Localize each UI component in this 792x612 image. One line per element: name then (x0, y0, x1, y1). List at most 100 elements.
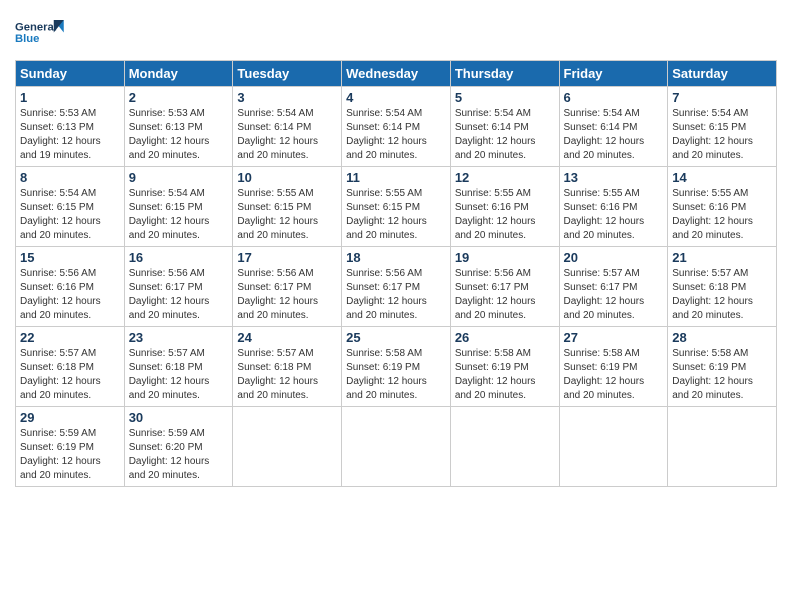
day-number: 5 (455, 90, 555, 105)
week-row-5: 29 Sunrise: 5:59 AMSunset: 6:19 PMDaylig… (16, 407, 777, 487)
header: General Blue (15, 15, 777, 50)
day-number: 10 (237, 170, 337, 185)
day-info: Sunrise: 5:59 AMSunset: 6:19 PMDaylight:… (20, 428, 101, 481)
day-number: 6 (564, 90, 664, 105)
page: General Blue SundayMondayTuesdayWednesda… (0, 0, 792, 612)
calendar-cell: 10 Sunrise: 5:55 AMSunset: 6:15 PMDaylig… (233, 167, 342, 247)
calendar-cell: 29 Sunrise: 5:59 AMSunset: 6:19 PMDaylig… (16, 407, 125, 487)
day-number: 22 (20, 330, 120, 345)
calendar-cell: 1 Sunrise: 5:53 AMSunset: 6:13 PMDayligh… (16, 87, 125, 167)
day-number: 1 (20, 90, 120, 105)
day-info: Sunrise: 5:58 AMSunset: 6:19 PMDaylight:… (672, 348, 753, 401)
day-header-thursday: Thursday (450, 61, 559, 87)
calendar-cell: 30 Sunrise: 5:59 AMSunset: 6:20 PMDaylig… (124, 407, 233, 487)
calendar-cell: 22 Sunrise: 5:57 AMSunset: 6:18 PMDaylig… (16, 327, 125, 407)
calendar-cell: 25 Sunrise: 5:58 AMSunset: 6:19 PMDaylig… (342, 327, 451, 407)
day-header-friday: Friday (559, 61, 668, 87)
day-info: Sunrise: 5:54 AMSunset: 6:14 PMDaylight:… (346, 108, 427, 161)
calendar-cell: 7 Sunrise: 5:54 AMSunset: 6:15 PMDayligh… (668, 87, 777, 167)
day-info: Sunrise: 5:56 AMSunset: 6:16 PMDaylight:… (20, 268, 101, 321)
day-info: Sunrise: 5:55 AMSunset: 6:16 PMDaylight:… (455, 188, 536, 241)
day-number: 4 (346, 90, 446, 105)
day-number: 30 (129, 410, 229, 425)
calendar-cell: 16 Sunrise: 5:56 AMSunset: 6:17 PMDaylig… (124, 247, 233, 327)
day-number: 29 (20, 410, 120, 425)
week-row-2: 8 Sunrise: 5:54 AMSunset: 6:15 PMDayligh… (16, 167, 777, 247)
day-number: 28 (672, 330, 772, 345)
day-number: 13 (564, 170, 664, 185)
day-info: Sunrise: 5:57 AMSunset: 6:18 PMDaylight:… (129, 348, 210, 401)
week-row-4: 22 Sunrise: 5:57 AMSunset: 6:18 PMDaylig… (16, 327, 777, 407)
calendar-cell: 9 Sunrise: 5:54 AMSunset: 6:15 PMDayligh… (124, 167, 233, 247)
day-info: Sunrise: 5:56 AMSunset: 6:17 PMDaylight:… (237, 268, 318, 321)
day-info: Sunrise: 5:53 AMSunset: 6:13 PMDaylight:… (20, 108, 101, 161)
day-number: 11 (346, 170, 446, 185)
calendar-cell: 27 Sunrise: 5:58 AMSunset: 6:19 PMDaylig… (559, 327, 668, 407)
day-info: Sunrise: 5:53 AMSunset: 6:13 PMDaylight:… (129, 108, 210, 161)
day-number: 16 (129, 250, 229, 265)
day-number: 12 (455, 170, 555, 185)
day-info: Sunrise: 5:54 AMSunset: 6:15 PMDaylight:… (20, 188, 101, 241)
day-number: 17 (237, 250, 337, 265)
calendar-cell: 28 Sunrise: 5:58 AMSunset: 6:19 PMDaylig… (668, 327, 777, 407)
calendar-cell: 8 Sunrise: 5:54 AMSunset: 6:15 PMDayligh… (16, 167, 125, 247)
day-number: 21 (672, 250, 772, 265)
day-number: 26 (455, 330, 555, 345)
calendar-cell: 11 Sunrise: 5:55 AMSunset: 6:15 PMDaylig… (342, 167, 451, 247)
day-info: Sunrise: 5:54 AMSunset: 6:14 PMDaylight:… (455, 108, 536, 161)
day-info: Sunrise: 5:55 AMSunset: 6:16 PMDaylight:… (564, 188, 645, 241)
day-info: Sunrise: 5:54 AMSunset: 6:15 PMDaylight:… (672, 108, 753, 161)
calendar: SundayMondayTuesdayWednesdayThursdayFrid… (15, 60, 777, 487)
day-info: Sunrise: 5:55 AMSunset: 6:15 PMDaylight:… (237, 188, 318, 241)
day-header-sunday: Sunday (16, 61, 125, 87)
day-number: 2 (129, 90, 229, 105)
day-info: Sunrise: 5:56 AMSunset: 6:17 PMDaylight:… (455, 268, 536, 321)
calendar-cell: 18 Sunrise: 5:56 AMSunset: 6:17 PMDaylig… (342, 247, 451, 327)
day-number: 7 (672, 90, 772, 105)
logo-icon: General Blue (15, 15, 65, 50)
day-info: Sunrise: 5:56 AMSunset: 6:17 PMDaylight:… (346, 268, 427, 321)
week-row-3: 15 Sunrise: 5:56 AMSunset: 6:16 PMDaylig… (16, 247, 777, 327)
day-number: 25 (346, 330, 446, 345)
day-header-tuesday: Tuesday (233, 61, 342, 87)
calendar-cell (233, 407, 342, 487)
calendar-cell: 17 Sunrise: 5:56 AMSunset: 6:17 PMDaylig… (233, 247, 342, 327)
day-header-monday: Monday (124, 61, 233, 87)
calendar-cell: 4 Sunrise: 5:54 AMSunset: 6:14 PMDayligh… (342, 87, 451, 167)
day-info: Sunrise: 5:56 AMSunset: 6:17 PMDaylight:… (129, 268, 210, 321)
day-info: Sunrise: 5:55 AMSunset: 6:15 PMDaylight:… (346, 188, 427, 241)
day-info: Sunrise: 5:54 AMSunset: 6:14 PMDaylight:… (237, 108, 318, 161)
day-number: 9 (129, 170, 229, 185)
week-row-1: 1 Sunrise: 5:53 AMSunset: 6:13 PMDayligh… (16, 87, 777, 167)
day-info: Sunrise: 5:58 AMSunset: 6:19 PMDaylight:… (346, 348, 427, 401)
day-info: Sunrise: 5:54 AMSunset: 6:14 PMDaylight:… (564, 108, 645, 161)
day-number: 20 (564, 250, 664, 265)
calendar-cell: 3 Sunrise: 5:54 AMSunset: 6:14 PMDayligh… (233, 87, 342, 167)
day-number: 15 (20, 250, 120, 265)
calendar-cell: 5 Sunrise: 5:54 AMSunset: 6:14 PMDayligh… (450, 87, 559, 167)
calendar-cell: 20 Sunrise: 5:57 AMSunset: 6:17 PMDaylig… (559, 247, 668, 327)
calendar-cell: 21 Sunrise: 5:57 AMSunset: 6:18 PMDaylig… (668, 247, 777, 327)
calendar-cell (559, 407, 668, 487)
svg-text:Blue: Blue (15, 33, 39, 45)
day-number: 14 (672, 170, 772, 185)
day-info: Sunrise: 5:55 AMSunset: 6:16 PMDaylight:… (672, 188, 753, 241)
calendar-cell: 2 Sunrise: 5:53 AMSunset: 6:13 PMDayligh… (124, 87, 233, 167)
day-number: 18 (346, 250, 446, 265)
calendar-cell: 24 Sunrise: 5:57 AMSunset: 6:18 PMDaylig… (233, 327, 342, 407)
day-info: Sunrise: 5:57 AMSunset: 6:18 PMDaylight:… (237, 348, 318, 401)
day-number: 27 (564, 330, 664, 345)
day-info: Sunrise: 5:57 AMSunset: 6:17 PMDaylight:… (564, 268, 645, 321)
day-info: Sunrise: 5:57 AMSunset: 6:18 PMDaylight:… (672, 268, 753, 321)
calendar-cell (668, 407, 777, 487)
day-of-week-row: SundayMondayTuesdayWednesdayThursdayFrid… (16, 61, 777, 87)
day-info: Sunrise: 5:58 AMSunset: 6:19 PMDaylight:… (455, 348, 536, 401)
calendar-cell: 14 Sunrise: 5:55 AMSunset: 6:16 PMDaylig… (668, 167, 777, 247)
day-info: Sunrise: 5:54 AMSunset: 6:15 PMDaylight:… (129, 188, 210, 241)
day-number: 24 (237, 330, 337, 345)
logo: General Blue (15, 15, 65, 50)
day-number: 19 (455, 250, 555, 265)
day-header-wednesday: Wednesday (342, 61, 451, 87)
calendar-body: 1 Sunrise: 5:53 AMSunset: 6:13 PMDayligh… (16, 87, 777, 487)
calendar-cell: 12 Sunrise: 5:55 AMSunset: 6:16 PMDaylig… (450, 167, 559, 247)
